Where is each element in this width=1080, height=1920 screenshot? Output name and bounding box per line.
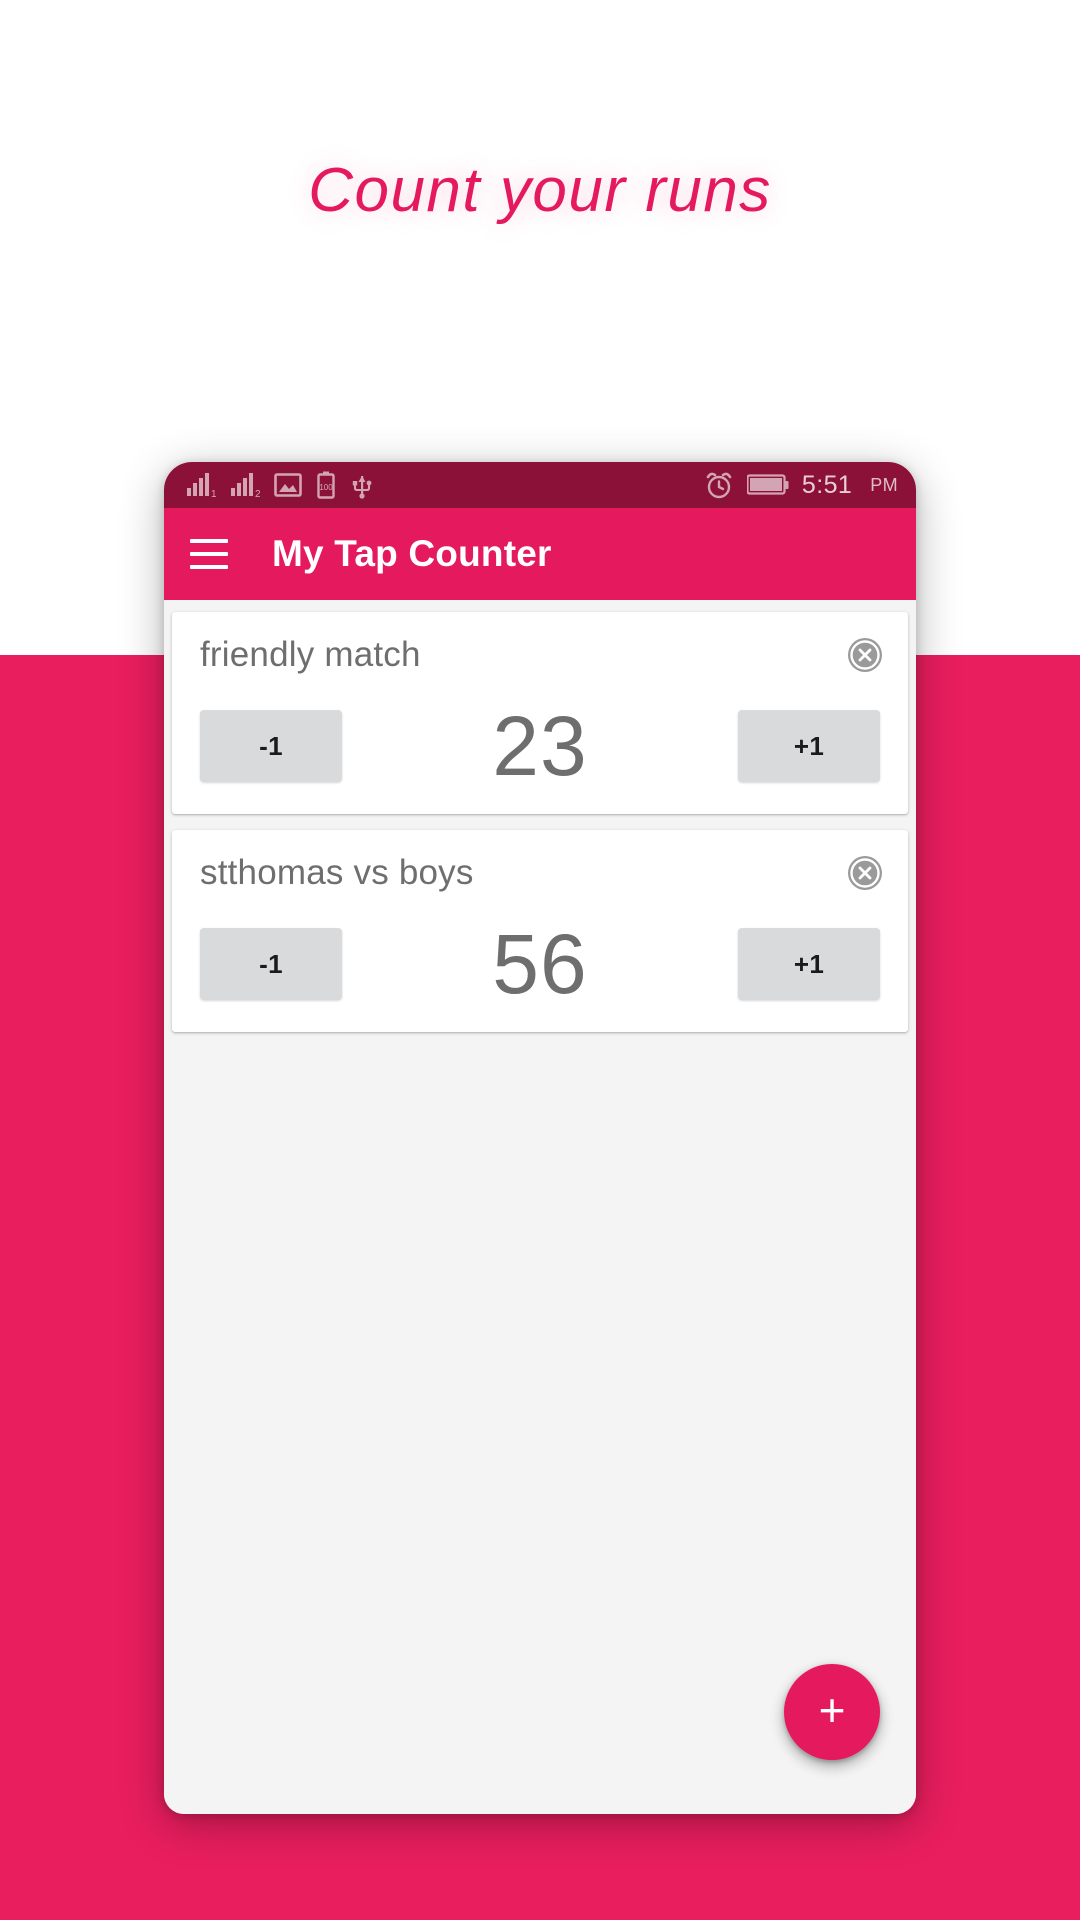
alarm-clock-icon [706, 472, 732, 499]
status-bar-right-icons: 5:51 PM [704, 470, 898, 500]
status-bar: 1 2 100 5:51 PM [164, 462, 916, 508]
svg-text:1: 1 [211, 489, 216, 498]
status-bar-time: 5:51 [801, 470, 853, 499]
plus-icon: + [818, 1684, 846, 1736]
signal-bars-1-icon: 1 [187, 473, 216, 498]
signal-bars-2-icon: 2 [231, 473, 260, 498]
app-bar: My Tap Counter [164, 508, 916, 600]
promo-headline: Count your runs [308, 156, 772, 225]
hamburger-line [190, 539, 228, 543]
counter-card[interactable]: stthomas vs boys -1 56 +1 [172, 830, 908, 1032]
counter-value: 56 [492, 917, 588, 1011]
svg-text:2: 2 [255, 489, 260, 498]
counter-title: stthomas vs boys [200, 853, 474, 892]
add-counter-fab[interactable]: + [784, 1664, 880, 1760]
hamburger-menu-icon[interactable] [190, 539, 228, 569]
image-icon [274, 473, 302, 497]
decrement-button[interactable]: -1 [200, 928, 342, 1000]
svg-text:100: 100 [319, 483, 333, 492]
close-circle-icon[interactable] [844, 852, 886, 894]
battery-vertical-icon: 100 [317, 471, 335, 499]
counter-card[interactable]: friendly match -1 23 +1 [172, 612, 908, 814]
hamburger-line [190, 552, 228, 556]
app-bar-title: My Tap Counter [272, 533, 552, 574]
counter-list: friendly match -1 23 +1 stthomas vs boys… [164, 608, 916, 1032]
decrement-button[interactable]: -1 [200, 710, 342, 782]
close-circle-icon[interactable] [844, 634, 886, 676]
status-bar-left-icons: 1 2 100 [186, 471, 704, 499]
counter-card-header: friendly match [190, 634, 890, 676]
phone-mockup: 1 2 100 5:51 PM My Tap Counter friendly … [164, 462, 916, 1814]
counter-controls: -1 56 +1 [190, 922, 890, 1006]
status-bar-ampm: PM [870, 474, 898, 495]
usb-icon [352, 476, 372, 499]
counter-value: 23 [492, 699, 588, 793]
promo-screenshot: Count your runs 1 2 100 5:51 PM My Tap C… [0, 0, 1080, 1920]
counter-card-header: stthomas vs boys [190, 852, 890, 894]
hamburger-line [190, 565, 228, 569]
counter-controls: -1 23 +1 [190, 704, 890, 788]
battery-icon [746, 474, 789, 495]
increment-button[interactable]: +1 [738, 928, 880, 1000]
counter-title: friendly match [200, 635, 421, 674]
increment-button[interactable]: +1 [738, 710, 880, 782]
app-content: friendly match -1 23 +1 stthomas vs boys… [164, 600, 916, 1814]
